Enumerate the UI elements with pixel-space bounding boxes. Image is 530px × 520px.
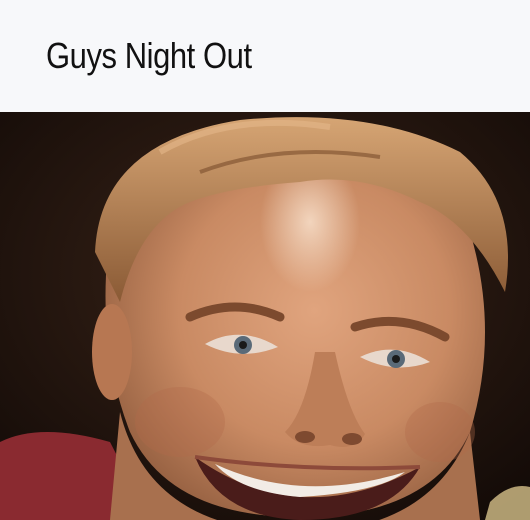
app-header: Guys Night Out [0, 0, 530, 112]
photo-image [0, 112, 530, 520]
ear-left [92, 304, 132, 400]
page-title: Guys Night Out [46, 35, 252, 76]
face-illustration [0, 112, 530, 520]
